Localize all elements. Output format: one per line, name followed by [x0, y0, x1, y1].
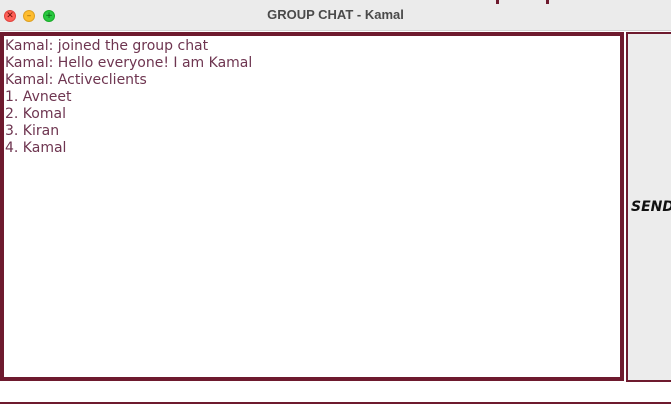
background-window-edge — [496, 0, 499, 4]
send-button-label: SEND — [631, 199, 671, 215]
chat-message: 1. Avneet — [5, 89, 72, 105]
message-input-underline — [0, 402, 671, 404]
chat-message: 4. Kamal — [5, 140, 67, 156]
send-button[interactable]: SEND — [626, 32, 671, 382]
chat-window: ✕ – + GROUP CHAT - Kamal Kamal: joined t… — [0, 0, 671, 405]
chat-message: Kamal: Activeclients — [5, 72, 147, 88]
message-input[interactable] — [0, 384, 671, 402]
title-bar: ✕ – + GROUP CHAT - Kamal — [0, 0, 671, 31]
chat-message: 3. Kiran — [5, 123, 60, 139]
chat-message-area[interactable]: Kamal: joined the group chat Kamal: Hell… — [0, 32, 624, 381]
background-window-edge — [546, 0, 549, 4]
chat-message: Kamal: joined the group chat — [5, 38, 209, 54]
window-title: GROUP CHAT - Kamal — [267, 7, 404, 22]
chat-message: Kamal: Hello everyone! I am Kamal — [5, 55, 253, 71]
chat-message: 2. Komal — [5, 106, 66, 122]
